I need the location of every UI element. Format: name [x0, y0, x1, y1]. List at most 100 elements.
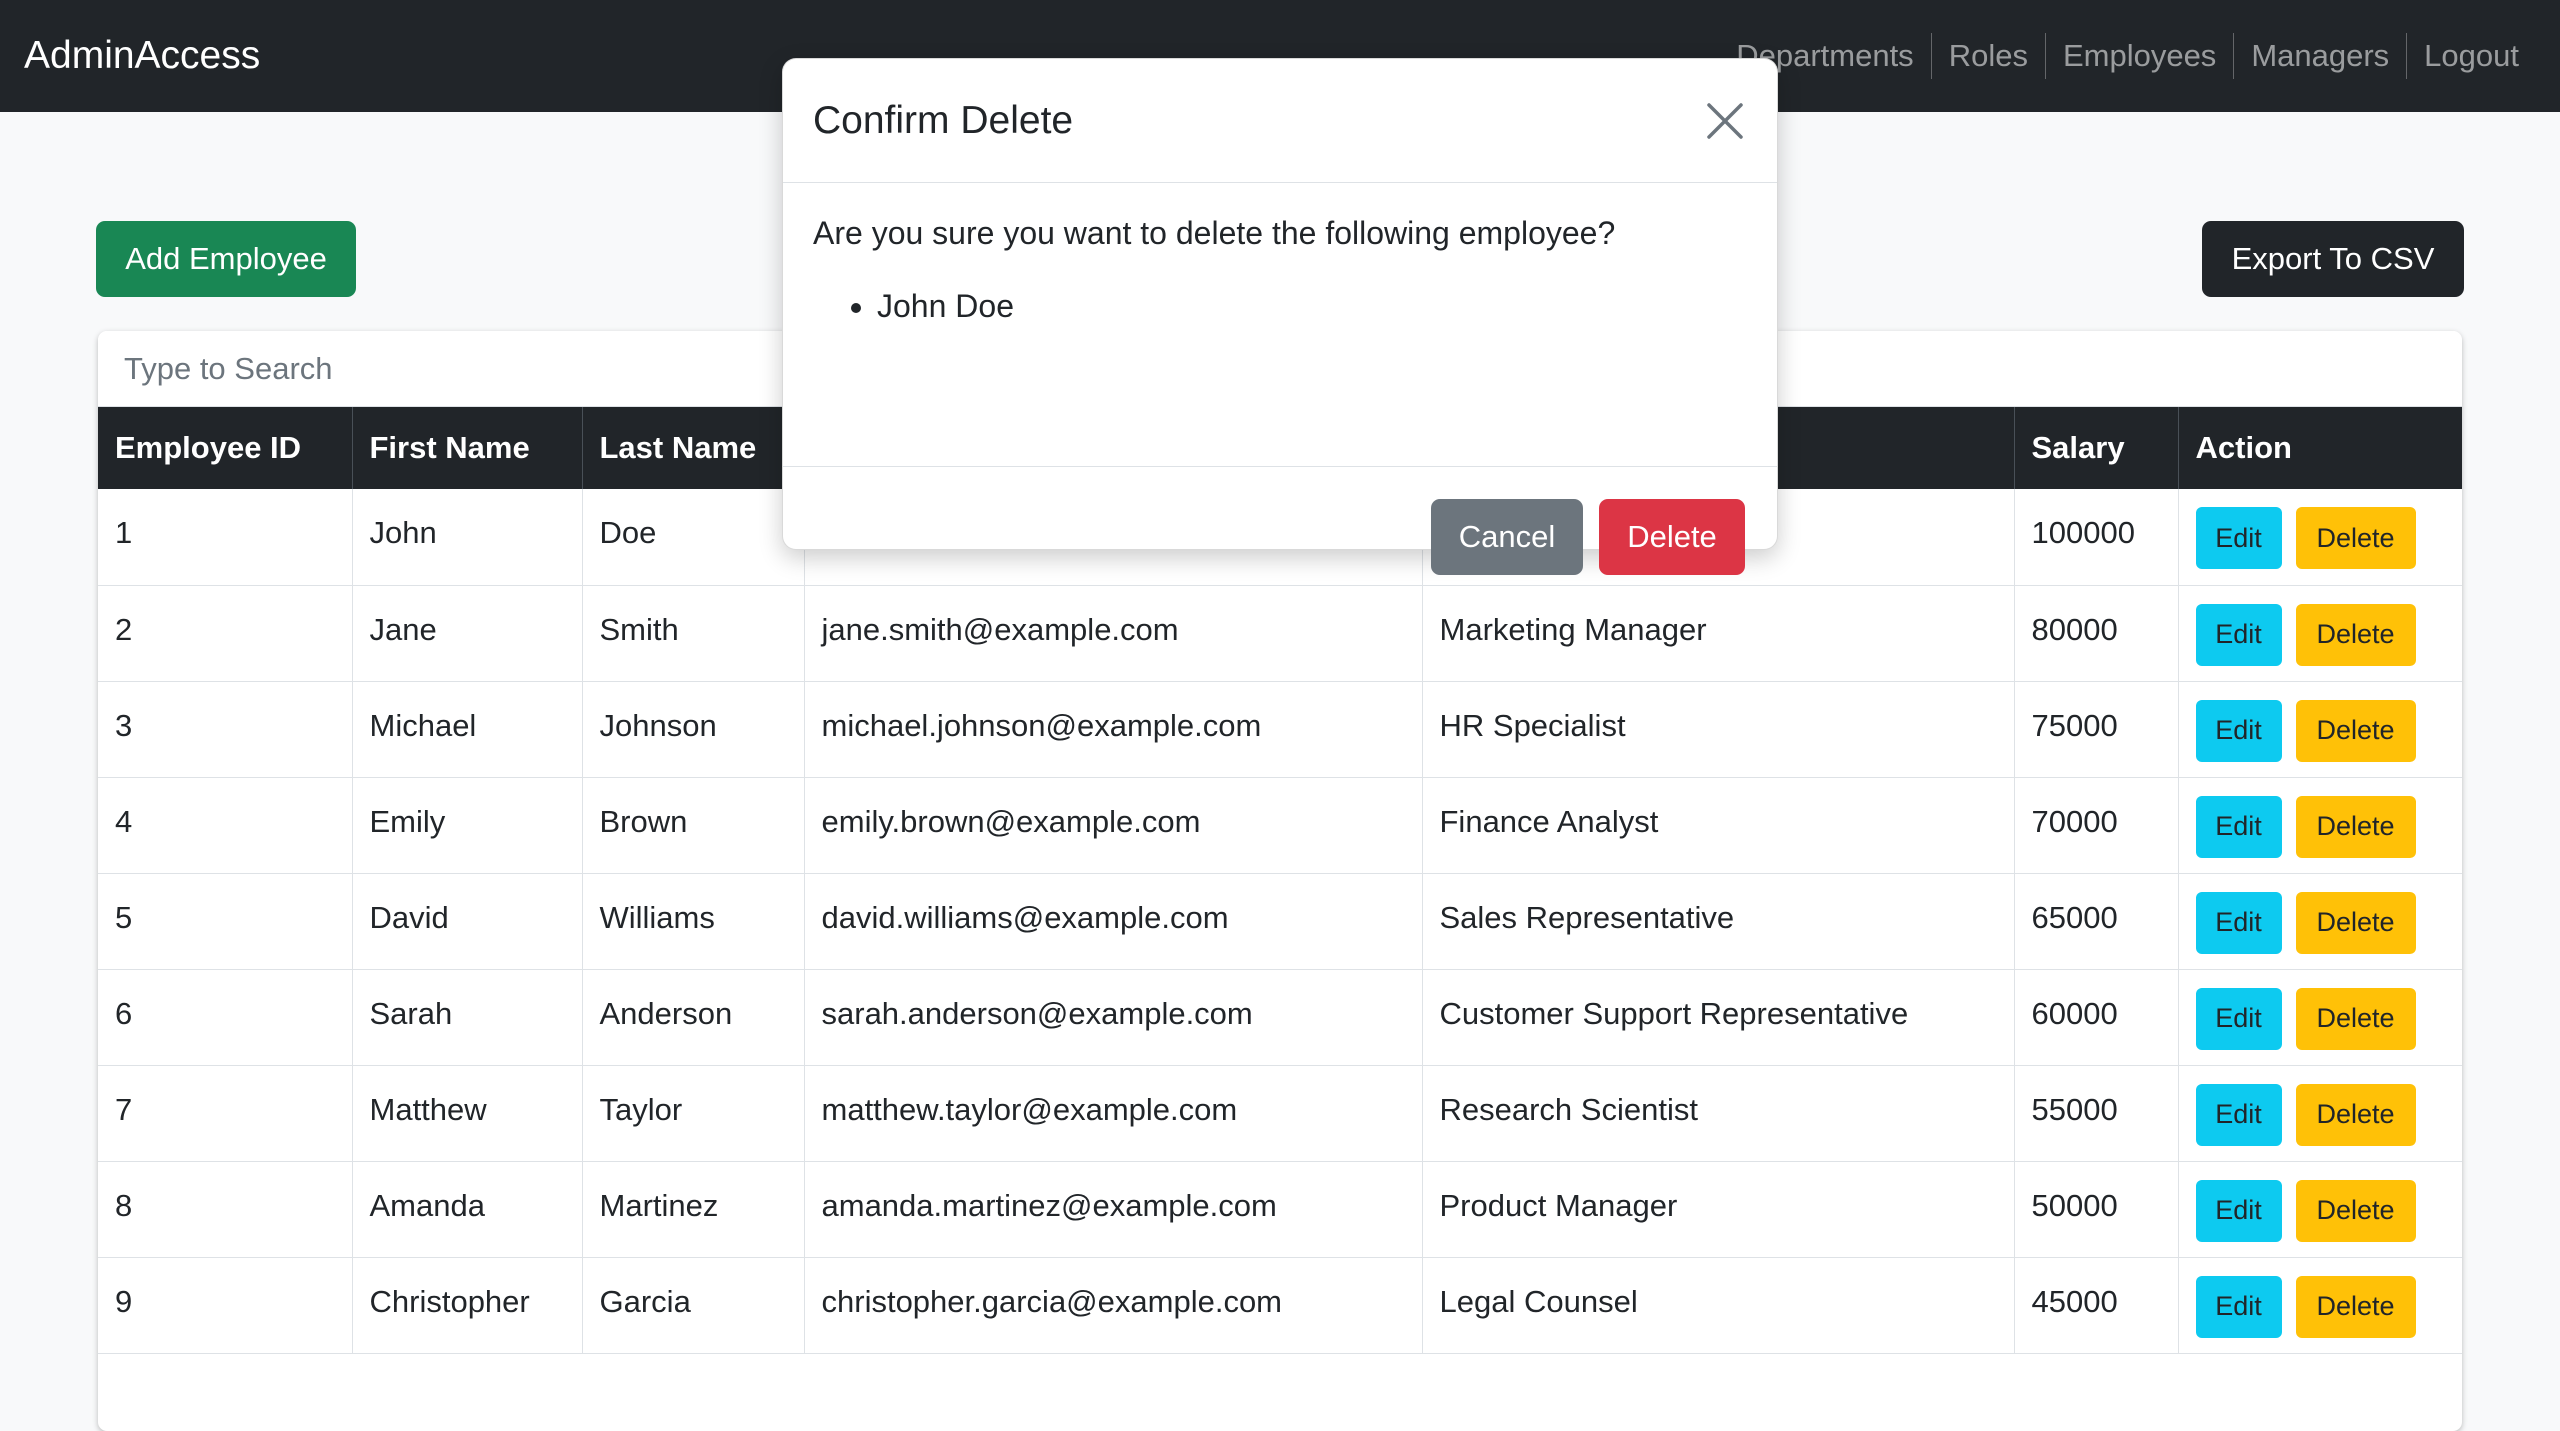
cell-email: christopher.garcia@example.com	[804, 1257, 1423, 1354]
delete-button[interactable]: Delete	[2295, 795, 2416, 858]
cell-last-name: Johnson	[582, 681, 805, 778]
nav-link-managers[interactable]: Managers	[2233, 33, 2406, 79]
cell-last-name: Taylor	[582, 1065, 805, 1162]
header-first-name[interactable]: First Name	[352, 407, 583, 489]
modal-question: Are you sure you want to delete the foll…	[813, 215, 1616, 251]
table-row: 5 David Williams david.williams@example.com…	[98, 873, 2462, 970]
delete-button[interactable]: Delete	[2295, 987, 2416, 1050]
cell-email: sarah.anderson@example.com	[804, 969, 1423, 1066]
edit-button[interactable]: Edit	[2195, 507, 2282, 569]
edit-button[interactable]: Edit	[2195, 795, 2282, 858]
cell-last-name: Williams	[582, 873, 805, 970]
cell-employee-id: 4	[98, 777, 353, 874]
table-row: 8 Amanda Martinez amanda.martinez@example.c…	[98, 1161, 2462, 1258]
cell-action: Edit Delete	[2178, 1065, 2462, 1162]
cell-action: Edit Delete	[2178, 681, 2462, 778]
cell-last-name: Anderson	[582, 969, 805, 1066]
add-employee-button[interactable]: Add Employee	[96, 221, 356, 297]
cancel-button[interactable]: Cancel	[1431, 499, 1583, 575]
nav-link-logout[interactable]: Logout	[2406, 33, 2536, 79]
cell-email: michael.johnson@example.com	[804, 681, 1423, 778]
delete-button[interactable]: Delete	[2295, 699, 2416, 762]
cell-role: HR Specialist	[1422, 681, 2015, 778]
edit-button[interactable]: Edit	[2195, 1179, 2282, 1242]
edit-button[interactable]: Edit	[2195, 699, 2282, 762]
edit-button[interactable]: Edit	[2195, 987, 2282, 1050]
delete-button[interactable]: Delete	[2295, 1275, 2416, 1338]
cell-role: Research Scientist	[1422, 1065, 2015, 1162]
cell-employee-id: 7	[98, 1065, 353, 1162]
delete-button[interactable]: Delete	[2295, 891, 2416, 954]
modal-footer: Cancel Delete	[783, 467, 1777, 575]
cell-employee-id: 8	[98, 1161, 353, 1258]
cell-employee-id: 1	[98, 489, 353, 586]
cell-first-name: David	[352, 873, 583, 970]
cell-action: Edit Delete	[2178, 969, 2462, 1066]
cell-first-name: Emily	[352, 777, 583, 874]
cell-employee-id: 2	[98, 585, 353, 682]
cell-action: Edit Delete	[2178, 1257, 2462, 1354]
cell-email: jane.smith@example.com	[804, 585, 1423, 682]
modal-title: Confirm Delete	[813, 98, 1074, 142]
header-employee-id[interactable]: Employee ID	[98, 407, 353, 489]
brand-title[interactable]: AdminAccess	[24, 34, 260, 78]
nav-link-roles[interactable]: Roles	[1930, 33, 2045, 79]
cell-last-name: Smith	[582, 585, 805, 682]
delete-button[interactable]: Delete	[2295, 507, 2416, 569]
delete-button[interactable]: Delete	[2295, 1083, 2416, 1146]
cell-action: Edit Delete	[2178, 585, 2462, 682]
delete-button[interactable]: Delete	[2295, 603, 2416, 666]
edit-button[interactable]: Edit	[2195, 1275, 2282, 1338]
close-icon[interactable]	[1703, 99, 1747, 143]
table-row: 4 Emily Brown emily.brown@example.com Financ…	[98, 777, 2462, 874]
cell-salary: 60000	[2014, 969, 2179, 1066]
edit-button[interactable]: Edit	[2195, 1083, 2282, 1146]
cell-employee-id: 5	[98, 873, 353, 970]
cell-action: Edit Delete	[2178, 873, 2462, 970]
confirm-delete-button[interactable]: Delete	[1599, 499, 1745, 575]
header-last-name[interactable]: Last Name	[582, 407, 805, 489]
edit-button[interactable]: Edit	[2195, 891, 2282, 954]
cell-last-name: Brown	[582, 777, 805, 874]
nav-link-employees[interactable]: Employees	[2044, 33, 2233, 79]
edit-button[interactable]: Edit	[2195, 603, 2282, 666]
cell-first-name: Jane	[352, 585, 583, 682]
table-row: 6 Sarah Anderson sarah.anderson@example.com…	[98, 969, 2462, 1066]
cell-role: Legal Counsel	[1422, 1257, 2015, 1354]
cell-salary: 75000	[2014, 681, 2179, 778]
cell-email: amanda.martinez@example.com	[804, 1161, 1423, 1258]
table-row: 3 Michael Johnson michael.johnson@example.c…	[98, 681, 2462, 778]
cell-employee-id: 6	[98, 969, 353, 1066]
confirm-delete-modal: Confirm Delete Are you sure you want to …	[782, 58, 1778, 575]
cell-email: matthew.taylor@example.com	[804, 1065, 1423, 1162]
cell-salary: 80000	[2014, 585, 2179, 682]
cell-last-name: Martinez	[582, 1161, 805, 1258]
cell-first-name: Amanda	[352, 1161, 583, 1258]
cell-first-name: Matthew	[352, 1065, 583, 1162]
export-csv-button[interactable]: Export To CSV	[2202, 221, 2464, 297]
cell-last-name: Garcia	[582, 1257, 805, 1354]
cell-email: david.williams@example.com	[804, 873, 1423, 970]
cell-role: Customer Support Representative	[1422, 969, 2015, 1066]
cell-salary: 50000	[2014, 1161, 2179, 1258]
modal-employee-item: John Doe	[877, 288, 1747, 325]
cell-role: Product Manager	[1422, 1161, 2015, 1258]
cell-employee-id: 9	[98, 1257, 353, 1354]
cell-first-name: Michael	[352, 681, 583, 778]
table-row: 7 Matthew Taylor matthew.taylor@example.com…	[98, 1065, 2462, 1162]
cell-first-name: Sarah	[352, 969, 583, 1066]
header-action: Action	[2178, 407, 2462, 489]
cell-salary: 70000	[2014, 777, 2179, 874]
cell-last-name: Doe	[582, 489, 805, 586]
cell-role: Marketing Manager	[1422, 585, 2015, 682]
header-salary[interactable]: Salary	[2014, 407, 2179, 489]
cell-role: Sales Representative	[1422, 873, 2015, 970]
cell-first-name: Christopher	[352, 1257, 583, 1354]
table-row: 9 Christopher Garcia christopher.garcia@exa…	[98, 1257, 2462, 1354]
cell-email: emily.brown@example.com	[804, 777, 1423, 874]
delete-button[interactable]: Delete	[2295, 1179, 2416, 1242]
cell-action: Edit Delete	[2178, 1161, 2462, 1258]
modal-body: Are you sure you want to delete the foll…	[783, 183, 1777, 467]
cell-action: Edit Delete	[2178, 777, 2462, 874]
modal-header: Confirm Delete	[783, 59, 1777, 183]
